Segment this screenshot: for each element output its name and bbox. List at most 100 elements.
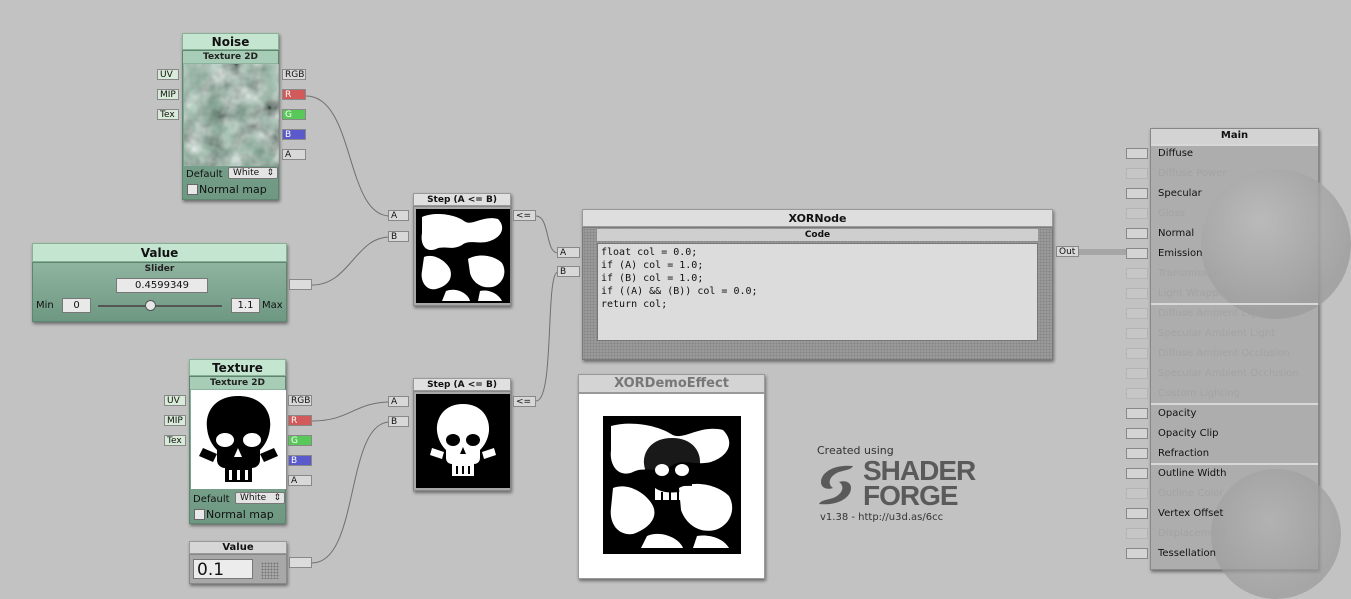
code-editor[interactable]: float col = 0.0; if (A) col = 1.0; if (B… <box>597 243 1038 341</box>
noise-input-mip[interactable]: MIP <box>157 89 179 100</box>
main-input-row[interactable]: Vertex Offset <box>1126 504 1321 524</box>
main-input-row[interactable]: Specular <box>1126 184 1321 204</box>
main-input-port[interactable] <box>1126 368 1148 379</box>
main-input-port[interactable] <box>1126 448 1148 459</box>
main-input-port[interactable] <box>1126 388 1148 399</box>
texture-output-rgb[interactable]: RGB <box>288 395 312 406</box>
normal-map-checkbox[interactable] <box>187 184 198 195</box>
main-input-row[interactable]: Specular Ambient Occlusion <box>1126 364 1321 384</box>
main-input-label: Transmission <box>1158 268 1223 279</box>
main-node-title[interactable]: Main <box>1151 129 1318 145</box>
texture-input-mip[interactable]: MIP <box>164 415 186 426</box>
noise-input-tex[interactable]: Tex <box>157 109 179 120</box>
slider-value-field[interactable]: 0.4599349 <box>116 278 208 293</box>
main-input-port[interactable] <box>1126 188 1148 199</box>
noise-output-g[interactable]: G <box>282 109 306 120</box>
main-input-port[interactable] <box>1126 208 1148 219</box>
step-bottom-input-a[interactable]: A <box>388 396 409 407</box>
main-input-port[interactable] <box>1126 528 1148 539</box>
main-input-row[interactable]: Diffuse Ambient Light <box>1126 304 1321 324</box>
main-input-port[interactable] <box>1126 288 1148 299</box>
main-input-row[interactable]: Opacity <box>1126 404 1321 424</box>
main-input-row[interactable]: Emission <box>1126 244 1321 264</box>
value-node[interactable]: Value 0.1 <box>189 541 287 584</box>
main-input-row[interactable]: Custom Lighting <box>1126 384 1321 404</box>
main-input-row[interactable]: Normal <box>1126 224 1321 244</box>
texture-input-tex[interactable]: Tex <box>164 435 186 446</box>
drag-handle-icon[interactable] <box>261 562 279 579</box>
default-dropdown[interactable]: White ⇕ <box>235 492 285 504</box>
node-title[interactable]: Value <box>189 541 287 554</box>
noise-output-rgb[interactable]: RGB <box>282 69 306 80</box>
slider-track[interactable] <box>98 305 222 307</box>
main-input-row[interactable]: Transmission <box>1126 264 1321 284</box>
texture-output-g[interactable]: G <box>288 435 312 446</box>
main-input-row[interactable]: Light Wrapping <box>1126 284 1321 304</box>
node-title[interactable]: Step (A <= B) <box>413 193 511 206</box>
main-input-port[interactable] <box>1126 148 1148 159</box>
max-value-field[interactable]: 1.1 <box>231 298 260 313</box>
main-input-port[interactable] <box>1126 228 1148 239</box>
main-input-port[interactable] <box>1126 268 1148 279</box>
xor-input-a[interactable]: A <box>557 247 580 258</box>
wire-step-top-to-xor-a <box>535 215 559 254</box>
step-bottom-output[interactable]: <= <box>513 396 536 407</box>
main-input-port[interactable] <box>1126 308 1148 319</box>
main-input-port[interactable] <box>1126 248 1148 259</box>
texture-output-b[interactable]: B <box>288 455 312 466</box>
step-node-top[interactable]: Step (A <= B) <box>413 193 511 306</box>
main-input-port[interactable] <box>1126 348 1148 359</box>
step-top-output[interactable]: <= <box>513 210 536 221</box>
default-dropdown[interactable]: White ⇕ <box>228 167 278 179</box>
noise-output-a[interactable]: A <box>282 149 306 160</box>
value-slider-node[interactable]: Value Slider 0.4599349 Min 0 1.1 Max <box>32 243 287 322</box>
slider-thumb[interactable] <box>144 300 156 311</box>
main-input-port[interactable] <box>1126 428 1148 439</box>
step-top-input-a[interactable]: A <box>388 210 409 221</box>
node-title[interactable]: Noise <box>182 33 279 50</box>
node-title[interactable]: XORNode <box>582 209 1053 227</box>
node-title[interactable]: Value <box>32 243 287 262</box>
main-input-port[interactable] <box>1126 548 1148 559</box>
node-title[interactable]: Step (A <= B) <box>413 378 511 391</box>
main-input-row[interactable]: Opacity Clip <box>1126 424 1321 444</box>
main-input-row[interactable]: Diffuse <box>1126 144 1321 164</box>
xor-output[interactable]: Out <box>1056 246 1079 257</box>
texture-output-a[interactable]: A <box>288 475 312 486</box>
node-title[interactable]: Texture <box>189 359 286 376</box>
min-value-field[interactable]: 0 <box>62 298 91 313</box>
texture-node[interactable]: Texture Texture 2D Default White ⇕ Norma… <box>189 359 286 524</box>
step-top-input-b[interactable]: B <box>388 231 409 242</box>
main-input-row[interactable]: Specular Ambient Light <box>1126 324 1321 344</box>
main-input-row[interactable]: Gloss <box>1126 204 1321 224</box>
main-input-row[interactable]: Tessellation <box>1126 544 1321 564</box>
normal-map-checkbox[interactable] <box>194 509 205 520</box>
main-input-row[interactable]: Outline Width <box>1126 464 1321 484</box>
texture-input-uv[interactable]: UV <box>164 395 186 406</box>
step-bottom-input-b[interactable]: B <box>388 416 409 427</box>
main-input-port[interactable] <box>1126 328 1148 339</box>
main-input-port[interactable] <box>1126 508 1148 519</box>
main-input-port[interactable] <box>1126 408 1148 419</box>
noise-input-uv[interactable]: UV <box>157 69 179 80</box>
noise-output-b[interactable]: B <box>282 129 306 140</box>
noise-node[interactable]: Noise Texture 2D Default White ⇕ Normal … <box>182 33 279 200</box>
xor-node[interactable]: XORNode Code float col = 0.0; if (A) col… <box>582 209 1053 360</box>
main-input-port[interactable] <box>1126 168 1148 179</box>
main-input-row[interactable]: Diffuse Ambient Occlusion <box>1126 344 1321 364</box>
main-input-port[interactable] <box>1126 488 1148 499</box>
xor-input-b[interactable]: B <box>557 266 580 277</box>
noise-output-r[interactable]: R <box>282 89 306 100</box>
main-input-row[interactable]: Displacement <box>1126 524 1321 544</box>
node-subtitle: Texture 2D <box>183 51 278 63</box>
main-input-row[interactable]: Outline Color <box>1126 484 1321 504</box>
value-slider-output[interactable] <box>289 279 312 290</box>
main-input-row[interactable]: Diffuse Power <box>1126 164 1321 184</box>
main-input-port[interactable] <box>1126 468 1148 479</box>
value-node-output[interactable] <box>289 557 312 568</box>
node-subtitle: Code <box>597 229 1038 241</box>
step-node-bottom[interactable]: Step (A <= B) <box>413 378 511 491</box>
value-field[interactable]: 0.1 <box>193 559 253 580</box>
main-input-row[interactable]: Refraction <box>1126 444 1321 464</box>
texture-output-r[interactable]: R <box>288 415 312 426</box>
